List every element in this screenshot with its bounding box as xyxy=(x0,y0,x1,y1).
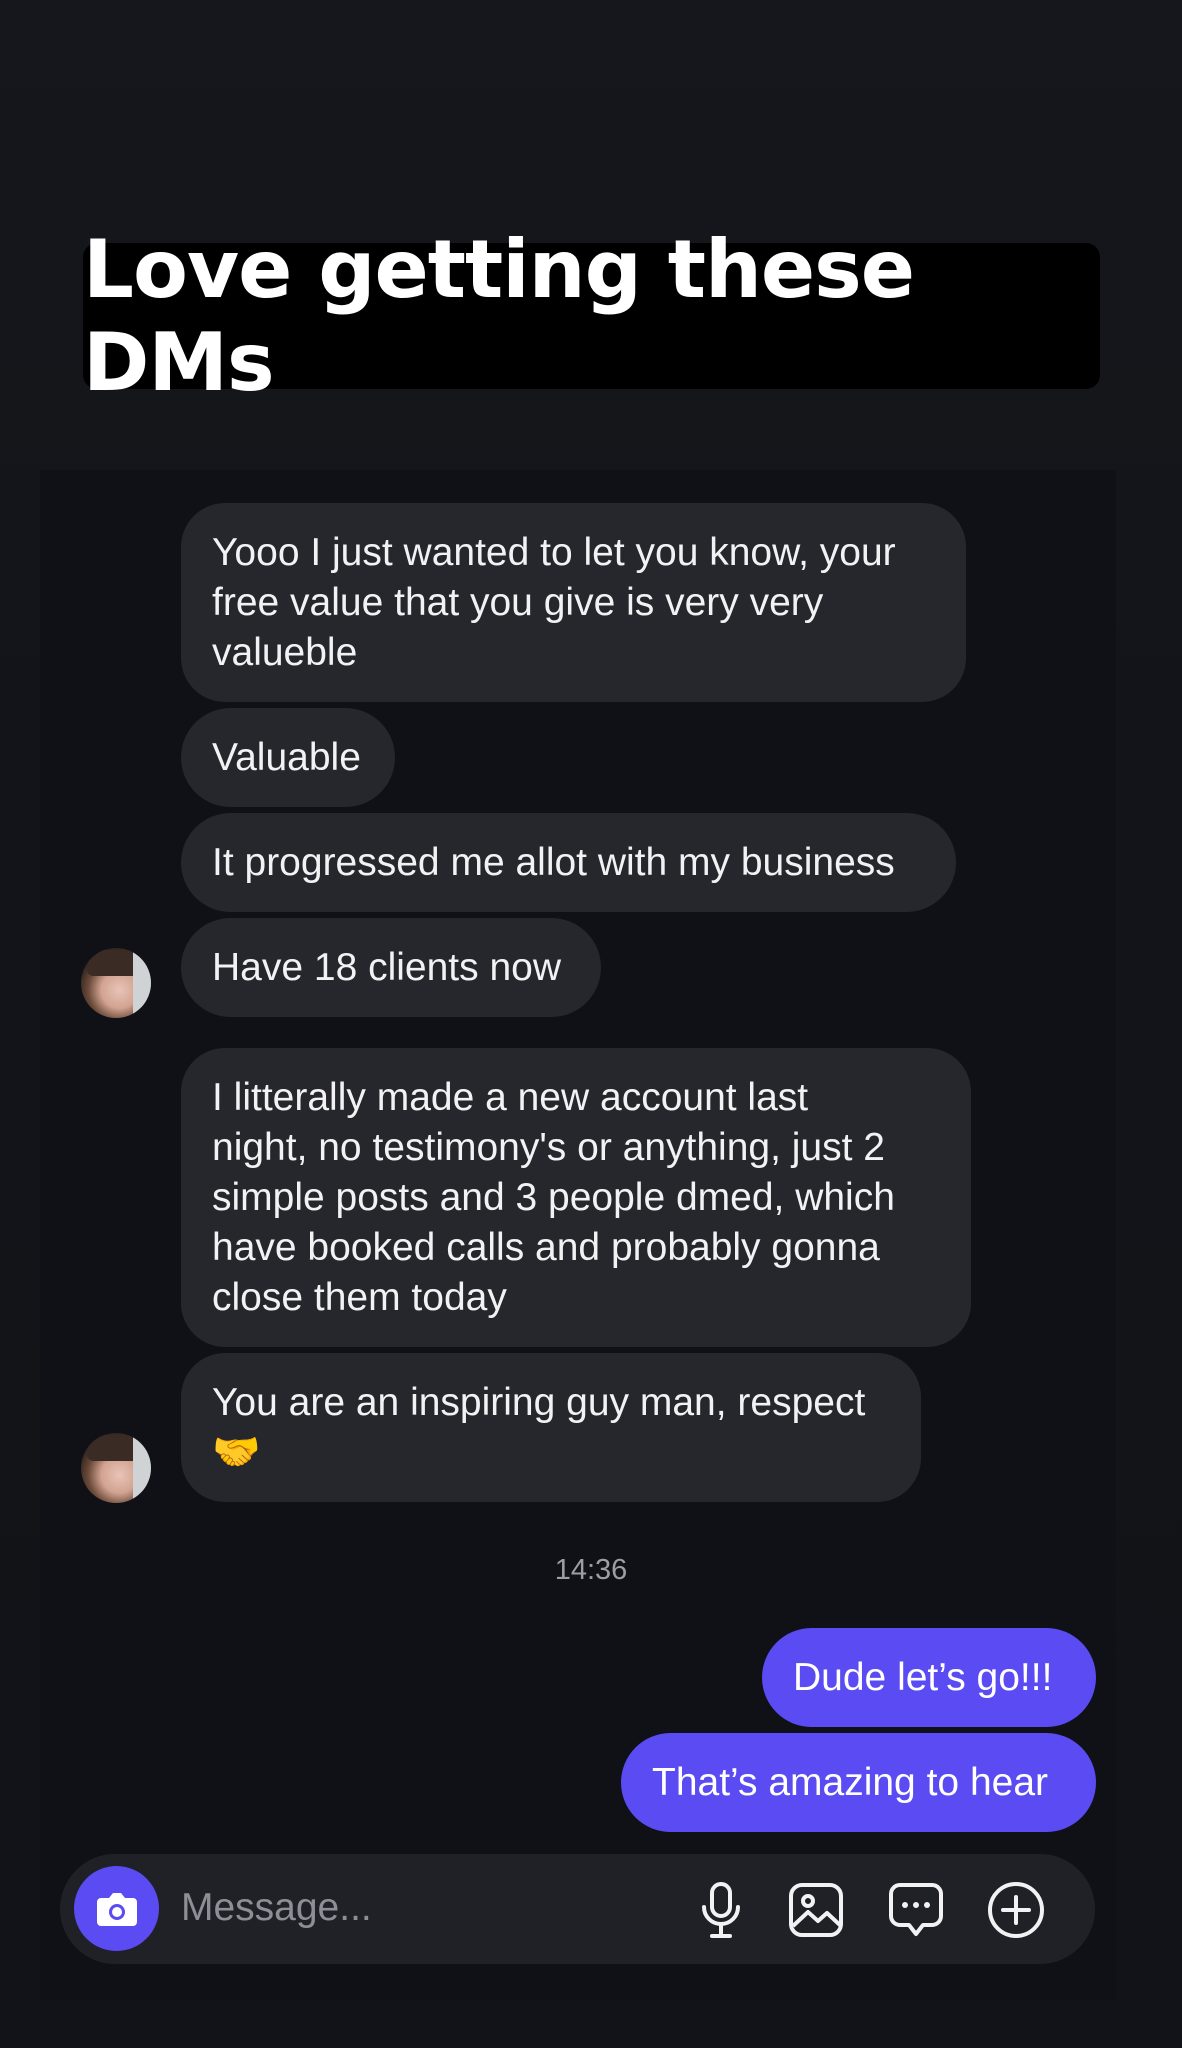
camera-button[interactable] xyxy=(74,1866,159,1951)
camera-icon xyxy=(96,1892,137,1926)
incoming-message[interactable]: Have 18 clients now xyxy=(181,918,601,1017)
incoming-message[interactable]: I litterally made a new account last nig… xyxy=(181,1048,971,1347)
sender-avatar[interactable] xyxy=(81,948,151,1018)
incoming-message[interactable]: Valuable xyxy=(181,708,395,807)
message-timestamp: 14:36 xyxy=(554,1554,628,1586)
sticker-button[interactable] xyxy=(886,1880,946,1940)
incoming-message[interactable]: It progressed me allot with my business xyxy=(181,813,956,912)
gallery-button[interactable] xyxy=(786,1880,846,1940)
incoming-message[interactable]: Yooo I just wanted to let you know, your… xyxy=(181,503,966,702)
plus-button[interactable] xyxy=(986,1880,1046,1940)
message-input[interactable] xyxy=(181,1878,661,1938)
gallery-icon xyxy=(789,1883,843,1937)
incoming-message[interactable]: You are an inspiring guy man, respect 🤝 xyxy=(181,1353,921,1502)
microphone-button[interactable] xyxy=(691,1880,751,1940)
story-caption-text: Love getting these DMs xyxy=(83,223,915,409)
sticker-icon xyxy=(889,1883,943,1936)
plus-icon xyxy=(988,1882,1044,1938)
story-screen: Love getting these DMs Yooo I just wante… xyxy=(0,0,1182,2048)
story-caption-banner: Love getting these DMs xyxy=(83,223,1100,409)
sender-avatar[interactable] xyxy=(81,1433,151,1503)
microphone-icon xyxy=(702,1882,740,1938)
outgoing-message[interactable]: Dude let’s go!!! xyxy=(762,1628,1096,1727)
outgoing-message[interactable]: That’s amazing to hear xyxy=(621,1733,1096,1832)
